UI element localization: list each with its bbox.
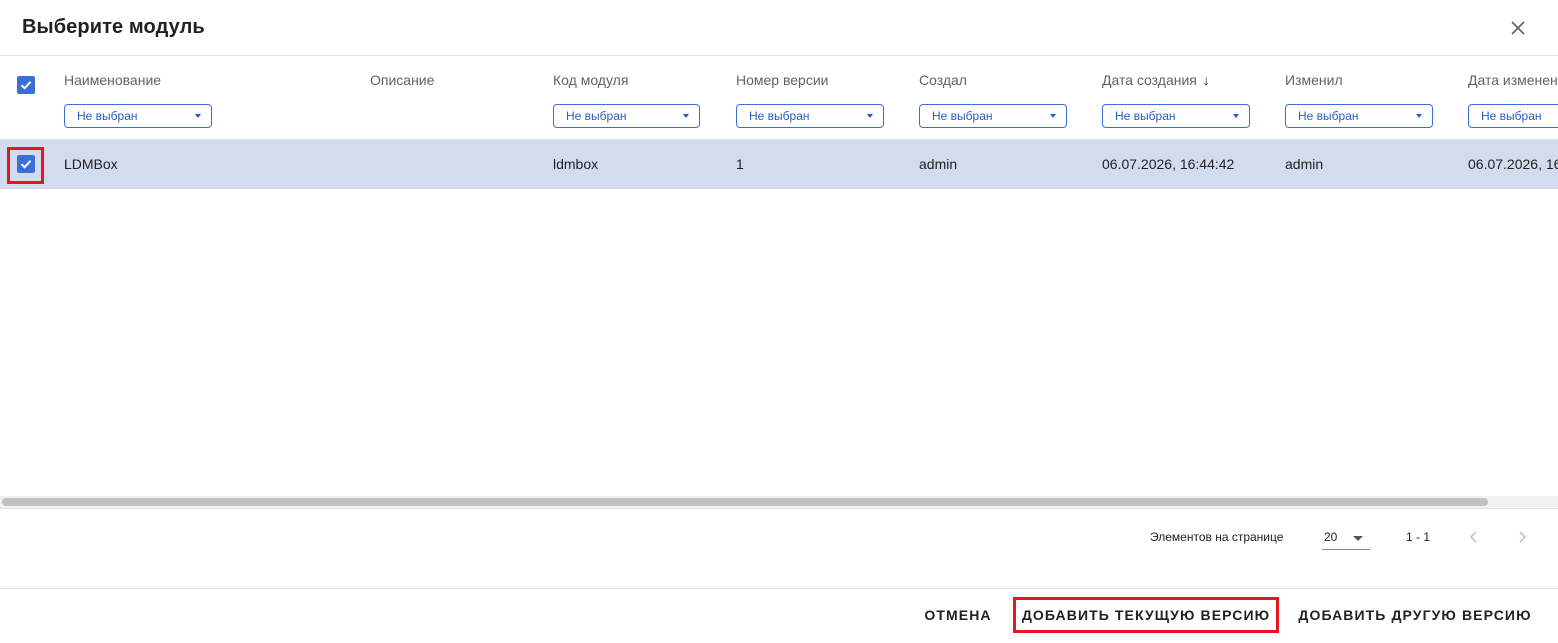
cell-code: ldmbox xyxy=(553,156,599,172)
column-header-created-at-label: Дата создания xyxy=(1102,72,1197,88)
cell-version: 1 xyxy=(736,156,744,172)
column-header-created-by[interactable]: Создал xyxy=(919,72,967,88)
filter-version[interactable]: Не выбран xyxy=(736,104,884,128)
dropdown-caret-icon xyxy=(195,114,201,118)
filter-modified-by-value: Не выбран xyxy=(1298,109,1359,123)
filter-modified-at[interactable]: Не выбран xyxy=(1468,104,1558,128)
add-other-version-button[interactable]: ДОБАВИТЬ ДРУГУЮ ВЕРСИЮ xyxy=(1294,600,1536,630)
cell-name: LDMBox xyxy=(64,156,118,172)
dropdown-caret-icon xyxy=(1353,536,1363,541)
chevron-right-icon xyxy=(1519,531,1527,543)
column-header-description[interactable]: Описание xyxy=(370,72,434,88)
filter-created-by-value: Не выбран xyxy=(932,109,993,123)
row-checkbox-highlight xyxy=(7,147,44,184)
dialog-title: Выберите модуль xyxy=(22,16,205,38)
dropdown-caret-icon xyxy=(683,114,689,118)
filter-modified-by[interactable]: Не выбран xyxy=(1285,104,1433,128)
modules-table: Наименование Описание Код модуля Номер в… xyxy=(0,56,1558,496)
select-all-checkbox[interactable] xyxy=(17,76,35,94)
dropdown-caret-icon xyxy=(1416,114,1422,118)
sort-desc-icon: ↓ xyxy=(1202,72,1210,88)
dropdown-caret-icon xyxy=(867,114,873,118)
chevron-left-icon xyxy=(1469,531,1477,543)
next-page-button[interactable] xyxy=(1510,525,1534,549)
column-header-modified-by[interactable]: Изменил xyxy=(1285,72,1343,88)
page-size-value: 20 xyxy=(1324,530,1338,544)
cell-created-at: 06.07.2026, 16:44:42 xyxy=(1102,156,1235,172)
column-header-name[interactable]: Наименование xyxy=(64,72,161,88)
column-header-created-at[interactable]: Дата создания ↓ xyxy=(1102,72,1210,88)
column-header-version[interactable]: Номер версии xyxy=(736,72,828,88)
footer-divider xyxy=(0,588,1558,589)
horizontal-scrollbar[interactable] xyxy=(0,496,1558,508)
table-bottom-divider xyxy=(0,508,1558,509)
items-per-page-label: Элементов на странице xyxy=(1150,530,1284,544)
filter-version-value: Не выбран xyxy=(749,109,810,123)
filter-created-by[interactable]: Не выбран xyxy=(919,104,1067,128)
check-icon xyxy=(20,81,32,90)
cell-modified-by: admin xyxy=(1285,156,1324,172)
filter-created-at[interactable]: Не выбран xyxy=(1102,104,1250,128)
close-icon xyxy=(1511,21,1525,35)
close-button[interactable] xyxy=(1504,14,1532,42)
filter-code-value: Не выбран xyxy=(566,109,627,123)
page-range: 1 - 1 xyxy=(1406,530,1431,544)
filter-name-value: Не выбран xyxy=(77,109,138,123)
dropdown-caret-icon xyxy=(1050,114,1056,118)
horizontal-scrollbar-thumb[interactable] xyxy=(2,498,1488,506)
cancel-button[interactable]: ОТМЕНА xyxy=(920,600,996,630)
filter-name[interactable]: Не выбран xyxy=(64,104,212,128)
add-current-version-highlight xyxy=(1013,597,1279,633)
previous-page-button[interactable] xyxy=(1462,525,1486,549)
select-module-dialog: Выберите модуль Наименование Описание Ко… xyxy=(0,0,1558,643)
cell-modified-at: 06.07.2026, 16:44:42 xyxy=(1468,156,1558,172)
cell-created-by: admin xyxy=(919,156,958,172)
column-header-modified-at[interactable]: Дата изменения xyxy=(1468,72,1558,88)
column-header-code[interactable]: Код модуля xyxy=(553,72,628,88)
page-size-select[interactable]: 20 xyxy=(1322,524,1370,550)
dropdown-caret-icon xyxy=(1233,114,1239,118)
table-row[interactable]: LDMBox ldmbox 1 admin 06.07.2026, 16:44:… xyxy=(0,140,1558,189)
filter-modified-at-value: Не выбран xyxy=(1481,109,1542,123)
filter-code[interactable]: Не выбран xyxy=(553,104,700,128)
filter-created-at-value: Не выбран xyxy=(1115,109,1176,123)
